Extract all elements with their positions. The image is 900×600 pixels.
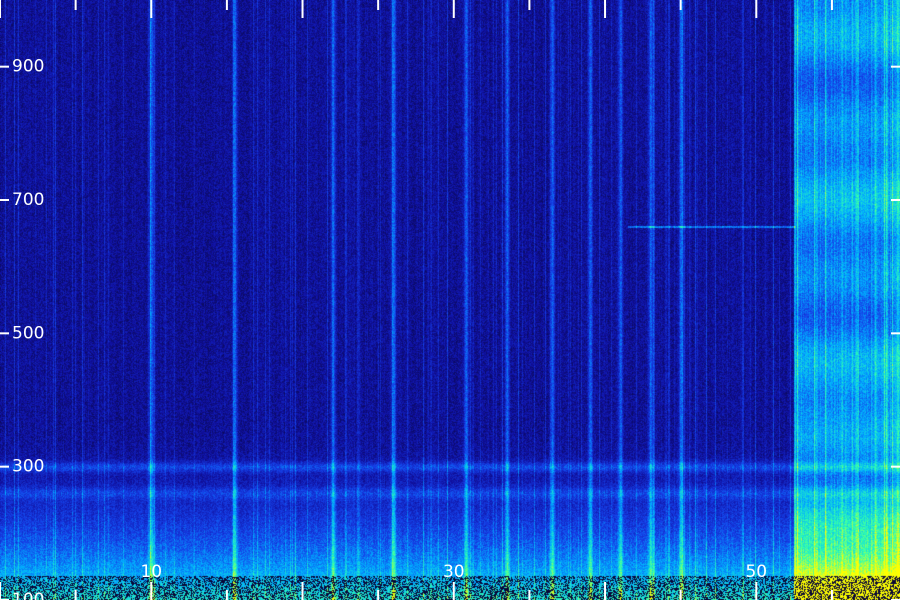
y-tick-label-900: 900 <box>12 57 44 77</box>
y-tick-label-700: 700 <box>12 190 44 210</box>
tick-labels: 100 300 500 700 900 10 30 50 <box>12 57 767 600</box>
y-tick-label-500: 500 <box>12 323 44 343</box>
tick-marks <box>0 0 900 600</box>
y-tick-label-100: 100 <box>12 590 44 600</box>
x-tick-label-30: 30 <box>443 562 465 582</box>
axis-overlay: 100 300 500 700 900 10 30 50 <box>0 0 900 600</box>
x-tick-label-50: 50 <box>745 562 767 582</box>
y-tick-label-300: 300 <box>12 457 44 477</box>
x-tick-label-10: 10 <box>140 562 162 582</box>
